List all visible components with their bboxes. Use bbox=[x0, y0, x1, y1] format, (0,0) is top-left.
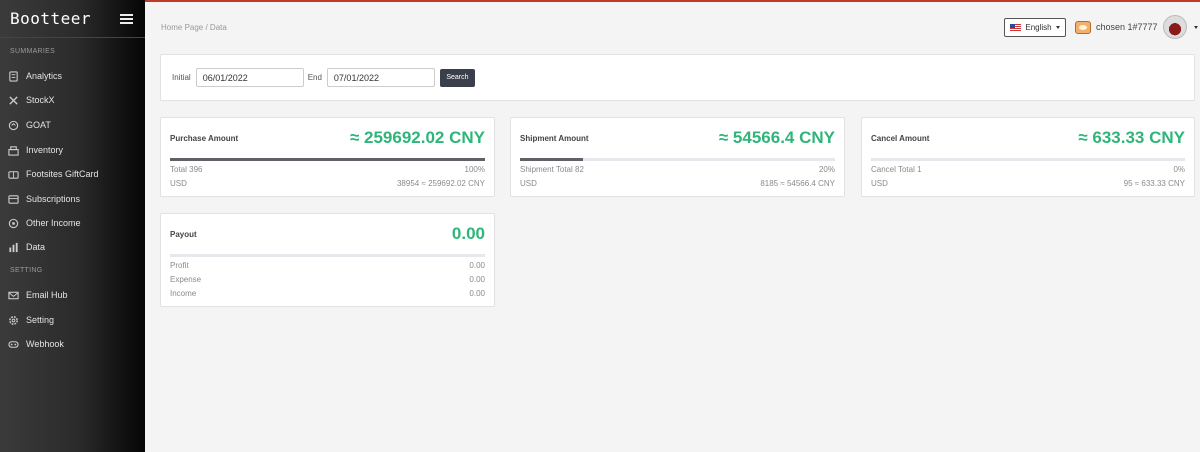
data-icon bbox=[9, 242, 18, 252]
total-percent: 0% bbox=[1173, 165, 1185, 174]
profit-value: 0.00 bbox=[469, 261, 485, 270]
sidebar-item-goat[interactable]: GOAT bbox=[0, 114, 145, 136]
expense-value: 0.00 bbox=[469, 275, 485, 284]
sidebar-item-label: Inventory bbox=[26, 145, 64, 155]
sidebar-item-subscriptions[interactable]: Subscriptions bbox=[0, 188, 145, 210]
subscriptions-icon bbox=[8, 194, 19, 204]
chevron-down-icon bbox=[1055, 26, 1060, 29]
sidebar-item-label: Other Income bbox=[26, 218, 81, 228]
card-title: Cancel Amount bbox=[871, 133, 930, 143]
sidebar-item-label: StockX bbox=[26, 95, 55, 105]
income-icon bbox=[8, 218, 19, 228]
sidebar-item-footsites-giftcard[interactable]: Footsites GiftCard bbox=[0, 163, 145, 185]
initial-date-input[interactable]: 06/01/2022 bbox=[195, 68, 304, 87]
avatar[interactable] bbox=[1162, 15, 1187, 39]
top-accent-line bbox=[145, 0, 1200, 2]
sidebar-item-label: GOAT bbox=[26, 120, 51, 130]
currency-value: 8185 ≈ 54566.4 CNY bbox=[760, 179, 835, 188]
menu-toggle-icon[interactable] bbox=[120, 13, 133, 24]
sidebar-item-inventory[interactable]: Inventory bbox=[0, 139, 145, 161]
card-amount: 0.00 bbox=[451, 224, 485, 243]
total-label: Cancel Total 1 bbox=[871, 165, 922, 174]
language-label: English bbox=[1025, 23, 1052, 32]
sidebar-item-label: Webhook bbox=[26, 339, 64, 349]
total-percent: 100% bbox=[464, 165, 485, 174]
breadcrumb: Home Page / Data bbox=[161, 23, 227, 32]
sidebar-item-label: Email Hub bbox=[26, 290, 68, 300]
card-amount: ≈ 54566.4 CNY bbox=[718, 128, 835, 147]
currency-value: 38954 ≈ 259692.02 CNY bbox=[396, 179, 485, 188]
progress-bar bbox=[170, 158, 485, 161]
inventory-icon bbox=[8, 145, 19, 156]
gear-icon bbox=[9, 315, 18, 325]
total-label: Total 396 bbox=[170, 165, 203, 174]
progress-fill bbox=[170, 158, 485, 161]
progress-bar bbox=[520, 158, 835, 161]
card-amount: ≈ 259692.02 CNY bbox=[349, 128, 485, 147]
sidebar-item-analytics[interactable]: Analytics bbox=[0, 65, 145, 87]
shipment-amount-card: Shipment Amount ≈ 54566.4 CNY Shipment T… bbox=[510, 117, 845, 197]
card-title: Payout bbox=[170, 229, 197, 239]
analytics-icon bbox=[9, 70, 18, 82]
expense-label: Expense bbox=[170, 275, 202, 284]
divider bbox=[170, 254, 485, 257]
email-icon bbox=[8, 291, 19, 299]
giftcard-icon bbox=[8, 170, 19, 179]
payout-card: Payout 0.00 Profit 0.00 Expense 0.00 Incom… bbox=[160, 213, 495, 307]
sidebar: Bootteer SUMMARIES Analytics StockX GOAT… bbox=[0, 0, 145, 452]
sidebar-item-webhook[interactable]: Webhook bbox=[0, 333, 145, 355]
chevron-down-icon[interactable] bbox=[1193, 25, 1198, 29]
income-label: Income bbox=[170, 289, 197, 298]
profit-label: Profit bbox=[170, 261, 189, 270]
language-selector[interactable]: English bbox=[1004, 18, 1066, 37]
sidebar-item-label: Subscriptions bbox=[26, 194, 81, 204]
income-value: 0.00 bbox=[469, 289, 485, 298]
section-label-setting: SETTING bbox=[10, 267, 43, 274]
currency-label: USD bbox=[871, 179, 888, 188]
search-button[interactable]: Search bbox=[439, 68, 475, 87]
sidebar-item-setting[interactable]: Setting bbox=[0, 309, 145, 331]
brand-bar: Bootteer bbox=[0, 0, 145, 38]
card-title: Purchase Amount bbox=[170, 133, 239, 143]
sidebar-item-label: Footsites GiftCard bbox=[26, 169, 99, 179]
currency-value: 95 ≈ 633.33 CNY bbox=[1123, 179, 1185, 188]
brand-logo[interactable]: Bootteer bbox=[10, 9, 91, 28]
cancel-amount-card: Cancel Amount ≈ 633.33 CNY Cancel Total … bbox=[861, 117, 1195, 197]
initial-label: Initial bbox=[172, 73, 191, 82]
sidebar-item-data[interactable]: Data bbox=[0, 236, 145, 258]
sidebar-item-label: Data bbox=[26, 242, 46, 252]
end-label: End bbox=[307, 73, 322, 82]
user-badge-icon bbox=[1075, 20, 1091, 34]
currency-label: USD bbox=[520, 179, 537, 188]
sidebar-item-other-income[interactable]: Other Income bbox=[0, 212, 145, 234]
webhook-icon bbox=[8, 340, 19, 348]
username: chosen 1#7777 bbox=[1096, 22, 1158, 32]
currency-label: USD bbox=[170, 179, 187, 188]
stockx-icon bbox=[9, 95, 18, 105]
card-amount: ≈ 633.33 CNY bbox=[1078, 128, 1185, 147]
sidebar-item-label: Analytics bbox=[26, 71, 63, 81]
purchase-amount-card: Purchase Amount ≈ 259692.02 CNY Total 39… bbox=[160, 117, 495, 197]
date-filter-panel: Initial 06/01/2022 End 07/01/2022 Search bbox=[160, 54, 1195, 101]
progress-fill bbox=[520, 158, 583, 161]
user-menu[interactable]: chosen 1#7777 bbox=[1075, 15, 1198, 39]
card-title: Shipment Amount bbox=[520, 133, 589, 143]
sidebar-item-stockx[interactable]: StockX bbox=[0, 89, 145, 111]
progress-bar bbox=[871, 158, 1185, 161]
end-date-input[interactable]: 07/01/2022 bbox=[326, 68, 435, 87]
total-label: Shipment Total 82 bbox=[520, 165, 584, 174]
sidebar-item-label: Setting bbox=[26, 315, 55, 325]
goat-icon bbox=[8, 120, 19, 130]
sidebar-item-email-hub[interactable]: Email Hub bbox=[0, 284, 145, 306]
total-percent: 20% bbox=[818, 165, 835, 174]
us-flag-icon bbox=[1010, 24, 1022, 31]
section-label-summaries: SUMMARIES bbox=[10, 48, 56, 55]
